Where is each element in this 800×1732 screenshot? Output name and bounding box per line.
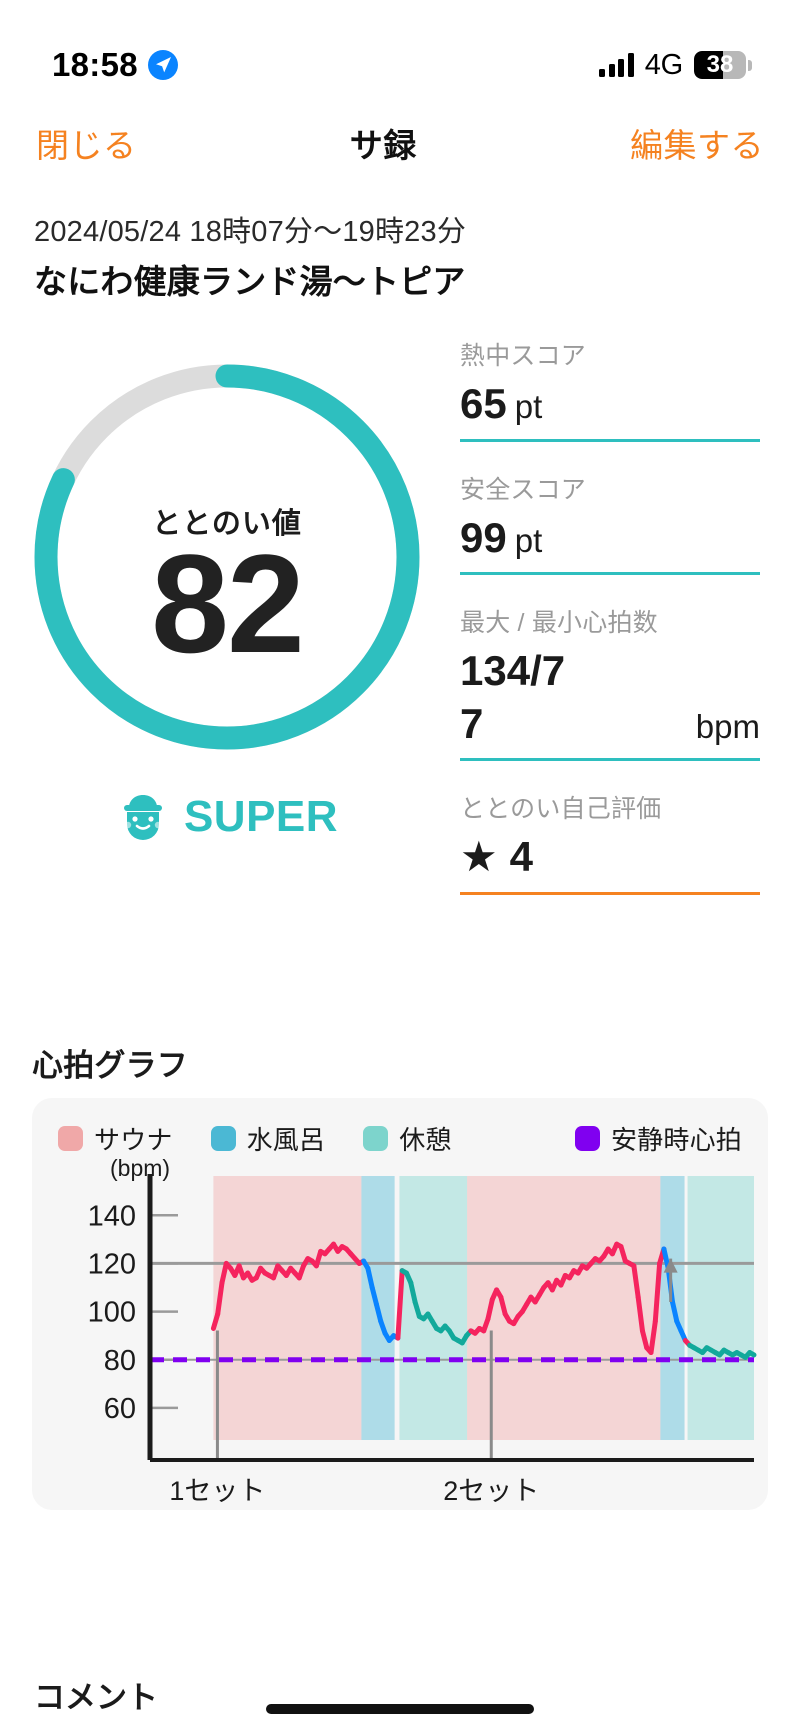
page-title: サ録: [349, 127, 417, 164]
svg-text:60: 60: [104, 1393, 136, 1425]
svg-text:80: 80: [104, 1345, 136, 1377]
status-bar-right: 4G 38: [599, 49, 752, 82]
legend-swatch: [363, 1126, 389, 1151]
stat-safety-score: 安全スコア 99 pt: [460, 470, 760, 582]
home-indicator: [266, 1704, 534, 1714]
stat-number-line1: 134/7: [460, 647, 566, 694]
legend-item-sauna: サウナ: [58, 1120, 173, 1157]
signal-bars-icon: [599, 53, 634, 77]
navigation-bar: 閉じる サ録 編集する: [0, 102, 800, 184]
svg-text:2セット: 2セット: [443, 1476, 539, 1506]
legend-item-resting-hr: 安静時心拍: [574, 1120, 742, 1157]
stat-divider: [460, 438, 760, 442]
stat-number-line2: 7: [460, 699, 484, 747]
svg-text:(bpm): (bpm): [110, 1155, 170, 1181]
legend-label: 安静時心拍: [610, 1125, 742, 1155]
sauna-face-icon: [116, 790, 170, 844]
network-type-label: 4G: [644, 48, 683, 81]
stat-label: 最大 / 最小心拍数: [460, 609, 658, 637]
legend-item-cold-bath: 水風呂: [210, 1120, 326, 1157]
heart-rate-chart-card: サウナ 水風呂 休憩 安静時心拍 (bpm) 60 80 100 120 140 1セット 2…: [32, 1098, 768, 1510]
chart-legend: サウナ 水風呂 休憩 安静時心拍: [58, 1120, 742, 1157]
stat-divider: [460, 758, 760, 761]
star-icon: ★: [460, 833, 498, 880]
stat-number: 65: [460, 380, 507, 427]
status-time: 18:58: [52, 46, 138, 83]
stat-label: ととのい自己評価: [460, 795, 662, 823]
score-ring-value: 82: [151, 525, 305, 682]
svg-text:100: 100: [88, 1297, 136, 1329]
venue-name: なにわ健康ランド湯〜トピア: [34, 263, 466, 300]
stat-value: 65 pt: [460, 378, 760, 431]
chart-heading: 心拍グラフ: [32, 1048, 188, 1083]
svg-text:140: 140: [88, 1200, 136, 1232]
stat-label: 安全スコア: [460, 475, 587, 504]
battery-cap: [748, 59, 752, 71]
stat-max-min-heart-rate: 最大 / 最小心拍数 134/7 7 bpm: [460, 603, 760, 767]
location-arrow-icon: [147, 50, 178, 80]
stat-number-line2-row: 7 bpm: [460, 698, 760, 751]
stat-heat-score: 熱中スコア 65 pt: [460, 336, 760, 448]
stat-unit: pt: [514, 521, 543, 559]
status-bar: 18:58 4G 38: [0, 0, 800, 100]
close-button[interactable]: 閉じる: [36, 119, 137, 167]
stat-value: ★ 4: [460, 831, 760, 884]
stat-label: 熱中スコア: [460, 342, 587, 370]
legend-item-rest: 休憩: [363, 1120, 451, 1157]
rank-badge-label: SUPER: [183, 792, 339, 841]
comment-heading: コメント: [34, 1680, 158, 1715]
totonoi-score-ring: ととのい値 82: [22, 352, 432, 762]
legend-label: 休憩: [399, 1125, 452, 1155]
edit-button[interactable]: 編集する: [630, 119, 764, 167]
rank-badge: SUPER: [22, 790, 432, 844]
stat-divider: [460, 891, 760, 895]
stat-unit: bpm: [695, 707, 760, 745]
stat-number: 4: [509, 833, 534, 880]
stat-self-rating: ととのい自己評価 ★ 4: [460, 789, 760, 901]
legend-label: 水風呂: [246, 1125, 326, 1155]
legend-swatch: [58, 1126, 83, 1151]
session-datetime: 2024/05/24 18時07分〜19時23分: [34, 216, 467, 248]
stat-number: 99: [460, 513, 507, 561]
stat-divider: [460, 572, 760, 575]
stats-panel: 熱中スコア 65 pt 安全スコア 99 pt 最大 / 最小心拍数 134/7…: [460, 336, 760, 901]
stat-unit: pt: [514, 388, 543, 425]
legend-swatch: [574, 1126, 600, 1151]
legend-swatch: [210, 1126, 236, 1151]
stat-value: 99 pt: [460, 512, 760, 565]
svg-text:1セット: 1セット: [169, 1476, 265, 1506]
status-bar-left: 18:58: [52, 46, 178, 84]
battery-icon: 38: [694, 51, 752, 79]
heart-rate-chart: (bpm) 60 80 100 120 140 1セット 2セット: [88, 1155, 757, 1506]
battery-percent-label: 38: [706, 51, 734, 78]
phone-screen: 18:58 4G 38 閉じる サ録 編集する 2024/05/24 18時07…: [0, 0, 800, 1732]
svg-text:120: 120: [88, 1248, 136, 1280]
legend-label: サウナ: [94, 1125, 173, 1155]
stat-value: 134/7 7 bpm: [460, 645, 760, 750]
